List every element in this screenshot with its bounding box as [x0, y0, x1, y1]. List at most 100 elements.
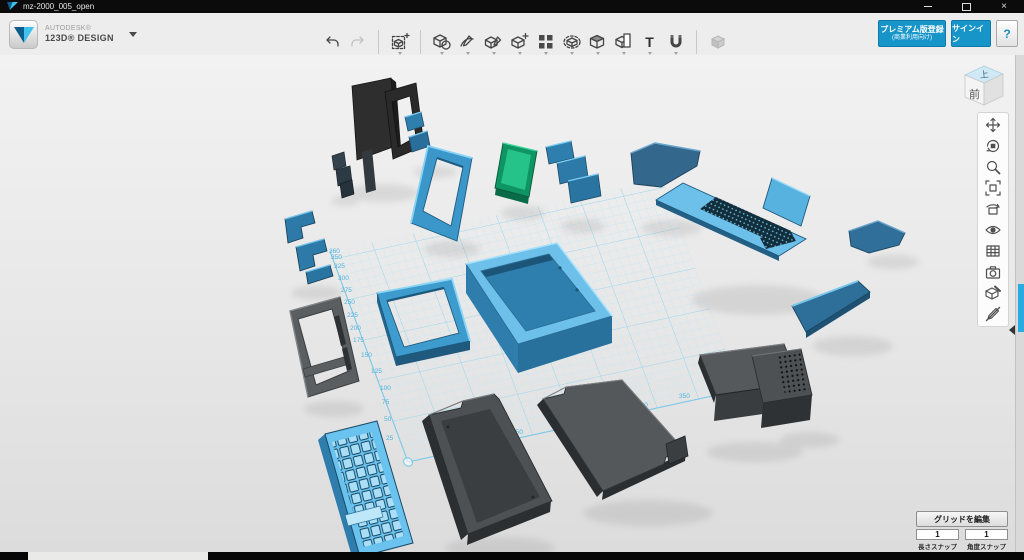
grid-snap-panel: グリッドを編集 長さスナップ 角度スナップ	[916, 511, 1008, 551]
sketch-button[interactable]	[456, 29, 479, 56]
text-button[interactable]: T	[638, 29, 661, 56]
premium-label: プレミアム版登録	[879, 25, 945, 35]
toolbar-separator	[420, 30, 421, 54]
group-button[interactable]	[560, 29, 583, 56]
pattern-icon	[536, 32, 556, 52]
svg-text:225: 225	[347, 312, 358, 319]
fit-view-button[interactable]	[982, 179, 1004, 197]
orbit-icon	[984, 137, 1002, 155]
svg-text:200: 200	[350, 325, 361, 332]
text-tool-icon: T	[645, 34, 654, 50]
orbit-button[interactable]	[982, 137, 1004, 155]
view-cube[interactable]: 上 前	[957, 58, 1011, 112]
help-button[interactable]: ?	[996, 20, 1018, 47]
svg-text:25: 25	[386, 435, 394, 442]
svg-text:75: 75	[382, 399, 390, 406]
insert-transform-icon	[390, 32, 410, 52]
pattern-button[interactable]	[534, 29, 557, 56]
keyboard-part[interactable]	[318, 421, 413, 552]
edit-grid-button[interactable]: グリッドを編集	[916, 511, 1008, 527]
sign-in-button[interactable]: サインイン	[951, 20, 991, 47]
length-snap-label: 長さスナップ	[918, 541, 957, 551]
primitives-button[interactable]	[430, 29, 453, 56]
svg-text:325: 325	[334, 263, 345, 270]
redo-icon	[348, 32, 368, 52]
redo-button[interactable]	[346, 29, 369, 56]
toolbar-separator	[696, 30, 697, 54]
close-icon[interactable]: ×	[998, 1, 1010, 12]
collapsed-panel-strip[interactable]	[1018, 284, 1024, 332]
brand-logo-icon	[9, 20, 38, 49]
eye-icon	[984, 221, 1002, 239]
premium-sublabel: (商業利用向け)	[879, 35, 945, 42]
primitives-icon	[432, 32, 452, 52]
view-cube-front-label: 前	[969, 87, 980, 101]
snap-button[interactable]	[664, 29, 687, 56]
group-icon	[562, 32, 582, 52]
side-wedge-part[interactable]	[631, 143, 700, 187]
svg-text:100: 100	[380, 385, 391, 392]
zoom-button[interactable]	[982, 158, 1004, 176]
view-cube-top-label: 上	[979, 69, 989, 80]
combine-icon	[588, 32, 608, 52]
construct-button[interactable]	[482, 29, 505, 56]
svg-text:300: 300	[338, 275, 349, 282]
taskbar	[0, 552, 1024, 560]
material-button[interactable]	[706, 29, 729, 56]
material-icon	[708, 32, 728, 52]
modify-icon	[510, 32, 530, 52]
svg-text:150: 150	[361, 352, 372, 359]
grid-icon	[984, 242, 1002, 260]
chevron-down-icon	[129, 32, 137, 37]
pan-button[interactable]	[982, 116, 1004, 134]
grid-settings-button[interactable]	[982, 242, 1004, 260]
zigzag-bracket-parts[interactable]	[285, 211, 333, 284]
pan-icon	[984, 116, 1002, 134]
view-mode-icon	[984, 200, 1002, 218]
split-button[interactable]	[612, 29, 635, 56]
material-brush-icon	[984, 284, 1002, 302]
minimize-icon[interactable]	[922, 1, 934, 12]
taskbar-item[interactable]	[28, 552, 208, 560]
app-window: mz-2000_005_open × AUTODESK® 123D® DESIG…	[0, 0, 1024, 560]
panel-expand-arrow-icon[interactable]	[1009, 325, 1015, 335]
title-bar: mz-2000_005_open ×	[0, 0, 1024, 13]
combine-button[interactable]	[586, 29, 609, 56]
window-title: mz-2000_005_open	[23, 2, 94, 11]
small-connector-parts[interactable]	[332, 152, 354, 198]
brand-text: AUTODESK® 123D® DESIGN	[45, 25, 114, 43]
premium-register-button[interactable]: プレミアム版登録 (商業利用向け)	[878, 20, 946, 47]
flat-panel-part[interactable]	[763, 178, 810, 226]
undo-button[interactable]	[320, 29, 343, 56]
angle-snap-input[interactable]	[965, 529, 1008, 540]
material-view-button[interactable]	[982, 284, 1004, 302]
pcb-part[interactable]	[495, 143, 537, 204]
main-toolbar: AUTODESK® 123D® DESIGN	[0, 13, 1024, 56]
tool-strip: T	[320, 28, 729, 56]
sketch-visibility-button[interactable]	[982, 305, 1004, 323]
svg-text:125: 125	[371, 368, 382, 375]
3d-viewport[interactable]: 3603503253002752502252001751501251007550…	[0, 55, 1024, 552]
length-snap-input[interactable]	[916, 529, 959, 540]
step-bracket-part[interactable]	[546, 141, 601, 203]
small-wedge-part[interactable]	[849, 221, 905, 253]
app-menu-button[interactable]: AUTODESK® 123D® DESIGN	[9, 20, 137, 49]
svg-text:350: 350	[679, 393, 690, 400]
app-logo-icon	[7, 2, 18, 12]
maximize-icon[interactable]	[960, 1, 972, 12]
modify-button[interactable]	[508, 29, 531, 56]
svg-text:175: 175	[353, 337, 364, 344]
snapshot-button[interactable]	[982, 263, 1004, 281]
speaker-panel-part[interactable]	[752, 349, 812, 428]
navigation-toolbar	[977, 112, 1009, 327]
sketch-icon	[458, 32, 478, 52]
split-icon	[614, 32, 634, 52]
camera-icon	[984, 263, 1002, 281]
insert-transform-button[interactable]	[388, 29, 411, 56]
visibility-button[interactable]	[982, 221, 1004, 239]
svg-text:250: 250	[344, 299, 355, 306]
svg-text:50: 50	[384, 416, 392, 423]
angle-snap-label: 角度スナップ	[967, 541, 1006, 551]
view-mode-button[interactable]	[982, 200, 1004, 218]
toolbar-separator	[378, 30, 379, 54]
